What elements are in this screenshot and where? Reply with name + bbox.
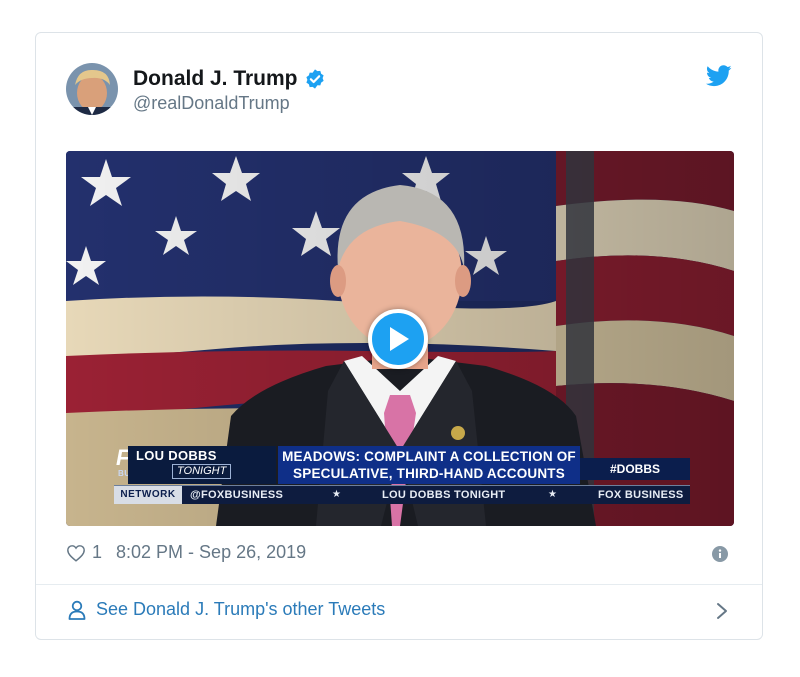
play-icon xyxy=(390,327,409,351)
author-display-name[interactable]: Donald J. Trump xyxy=(133,67,298,91)
video-player[interactable]: FOX BUSINESS LOU DOBBS TONIGHT MEADOWS: … xyxy=(66,151,734,526)
see-other-tweets-link[interactable]: See Donald J. Trump's other Tweets xyxy=(68,599,385,620)
embedded-tweet-card: Donald J. Trump @realDonaldTrump LOU DOB… xyxy=(35,32,763,640)
footer-divider xyxy=(36,584,762,585)
headline-box: MEADOWS: COMPLAINT A COLLECTION OF SPECU… xyxy=(278,446,580,484)
avatar[interactable] xyxy=(66,63,118,115)
like-count[interactable]: 1 xyxy=(92,542,102,563)
news-lower-third: FOX BUSINESS LOU DOBBS TONIGHT MEADOWS: … xyxy=(66,443,734,513)
avatar-image xyxy=(66,63,118,115)
ticker-separator: ★ xyxy=(548,489,557,500)
tweet-timestamp[interactable]: 8:02 PM - Sep 26, 2019 xyxy=(116,542,306,563)
show-name: LOU DOBBS xyxy=(136,448,217,463)
ticker-item-show: LOU DOBBS TONIGHT xyxy=(382,489,506,501)
ticker-item-handle: @FOXBUSINESS xyxy=(190,489,284,501)
show-badge: LOU DOBBS TONIGHT xyxy=(128,446,276,484)
verified-badge-icon xyxy=(304,68,326,90)
ticker-separator: ★ xyxy=(332,489,341,500)
play-button[interactable] xyxy=(368,309,428,369)
headline-line-2: SPECULATIVE, THIRD-HAND ACCOUNTS xyxy=(293,466,565,481)
tweet-meta-row: 1 8:02 PM - Sep 26, 2019 xyxy=(66,542,306,563)
show-hashtag: #DOBBS xyxy=(580,458,690,480)
author-name-row[interactable]: Donald J. Trump xyxy=(133,67,326,91)
news-ticker: NETWORK @FOXBUSINESS ★ LOU DOBBS TONIGHT… xyxy=(114,485,690,504)
info-icon[interactable] xyxy=(712,546,728,562)
person-icon xyxy=(68,600,86,620)
author-handle[interactable]: @realDonaldTrump xyxy=(133,93,290,114)
heart-icon[interactable] xyxy=(66,544,86,562)
show-subtitle: TONIGHT xyxy=(172,464,232,479)
twitter-bird-icon[interactable] xyxy=(705,65,732,87)
see-other-tweets-label[interactable]: See Donald J. Trump's other Tweets xyxy=(96,599,385,620)
headline-line-1: MEADOWS: COMPLAINT A COLLECTION OF xyxy=(282,449,576,464)
ticker-item-network: FOX BUSINESS xyxy=(598,489,684,501)
ticker-network-label: NETWORK xyxy=(114,486,182,504)
chevron-right-icon[interactable] xyxy=(716,602,728,620)
